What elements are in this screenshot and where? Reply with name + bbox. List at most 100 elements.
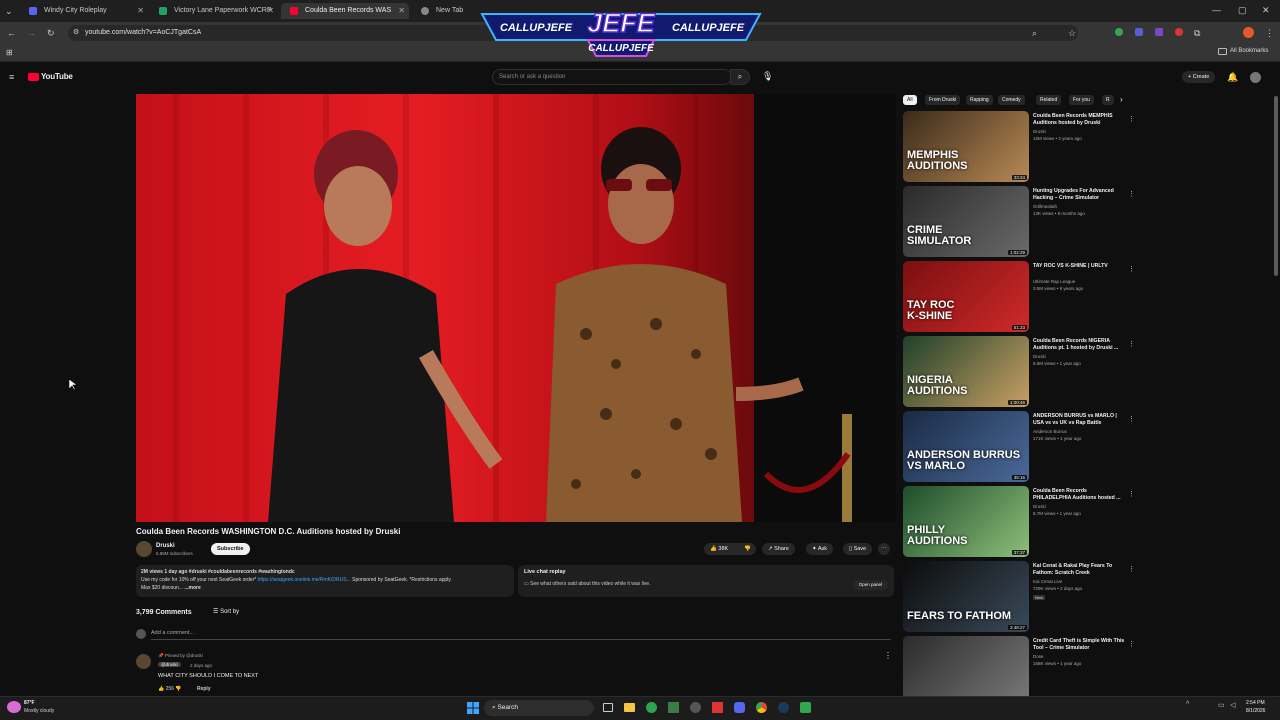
recommendation-thumbnail[interactable]: NIGERIA AUDITIONS 1:00:46 [903, 336, 1029, 407]
all-bookmarks-link[interactable]: All Bookmarks [1230, 48, 1268, 54]
recommendation-title[interactable]: Coulda Been Records NIGERIA Auditions pt… [1033, 338, 1125, 352]
recommendation-item[interactable]: NIGERIA AUDITIONS 1:00:46 Coulda Been Recor… [903, 336, 1273, 409]
recommendation-menu-icon[interactable]: ⋮ [1128, 340, 1135, 348]
hamburger-menu-icon[interactable]: ≡ [9, 71, 14, 83]
recommendation-thumbnail[interactable]: MEMPHIS AUDITIONS 33:34 [903, 111, 1029, 182]
recommendation-item[interactable]: PHILLY AUDITIONS 37:37 Coulda Been Records … [903, 486, 1273, 559]
youtube-logo-text[interactable]: YouTube [41, 72, 73, 81]
recommendation-channel[interactable]: Ultimate Rap League [1033, 279, 1075, 284]
recommendation-menu-icon[interactable]: ⋮ [1128, 190, 1135, 198]
close-icon[interactable]: ✕ [137, 3, 144, 19]
tab-victory-lane[interactable]: Victory Lane Paperwork WCRP ✕ [150, 3, 278, 19]
steam-icon[interactable] [778, 702, 789, 713]
chip-4[interactable]: Related [1036, 95, 1062, 105]
comment-dislike-icon[interactable]: 👎 [175, 686, 181, 692]
apps-grid-icon[interactable]: ⊞ [6, 47, 13, 59]
channel-avatar[interactable] [136, 541, 152, 557]
extension-icon[interactable] [1135, 28, 1143, 36]
comment-like-icon[interactable]: 👍 [158, 686, 164, 692]
extension-icon[interactable] [1115, 28, 1123, 36]
recommendation-title[interactable]: Hunting Upgrades For Advanced Hacking – … [1033, 188, 1125, 202]
recommendation-channel[interactable]: Druski [1033, 504, 1046, 509]
star-icon[interactable]: ☆ [1068, 27, 1076, 39]
chip-3[interactable]: Comedy [998, 95, 1025, 105]
recommendation-item[interactable]: MEMPHIS AUDITIONS 33:34 Coulda Been Records… [903, 111, 1273, 184]
chips-next-icon[interactable]: › [1120, 95, 1123, 104]
recommendation-channel[interactable]: Kai Cenat Live [1033, 579, 1062, 584]
extension-icon[interactable] [1155, 28, 1163, 36]
close-icon[interactable]: ✕ [398, 3, 405, 19]
recommendation-title[interactable]: Credit Card Theft is Simple With This To… [1033, 638, 1125, 652]
commenter-avatar[interactable] [136, 654, 151, 669]
tab-new-tab[interactable]: New Tab [412, 3, 472, 19]
network-icon[interactable]: ▭ [1218, 701, 1225, 709]
clock-date[interactable]: 8/1/2026 [1246, 708, 1265, 714]
menu-kebab-icon[interactable]: ⋮ [1265, 27, 1274, 39]
app-icon[interactable] [690, 702, 701, 713]
recommendation-channel[interactable]: Anderson Burrus [1033, 429, 1067, 434]
recommendation-menu-icon[interactable]: ⋮ [1128, 640, 1135, 648]
recommendation-item[interactable]: TAY ROC K-SHINE 51:33 TAY ROC VS K-SHINE | … [903, 261, 1273, 334]
like-count[interactable]: 38K [718, 546, 728, 552]
description-box[interactable]: 2M views 1 day ago #druski #couldabeenre… [136, 565, 514, 597]
weather-desc[interactable]: Mostly cloudy [24, 708, 54, 714]
recommendation-item[interactable]: CRIME SIMULATOR 1:02:29 Hunting Upgrades Fo… [903, 186, 1273, 259]
share-button[interactable]: ↗ Share [762, 543, 795, 555]
create-button[interactable]: + Create [1182, 71, 1216, 83]
forward-icon[interactable]: → [27, 27, 36, 39]
channel-name[interactable]: Druski [156, 543, 175, 549]
youtube-logo-icon[interactable] [28, 73, 39, 81]
clock-time[interactable]: 2:54 PM [1246, 700, 1265, 706]
recommendation-channel[interactable]: Druski [1033, 129, 1046, 134]
minimize-icon[interactable]: — [1212, 4, 1221, 16]
site-info-icon[interactable]: ⚙ [73, 27, 79, 39]
video-player[interactable] [136, 94, 896, 522]
search-input[interactable]: Search or ask a question [492, 69, 732, 85]
subscribe-button[interactable]: Subscribe [211, 543, 250, 555]
page-scrollbar[interactable] [1274, 96, 1278, 276]
file-explorer-icon[interactable] [624, 703, 635, 712]
reply-button[interactable]: Reply [197, 686, 211, 692]
recommendation-menu-icon[interactable]: ⋮ [1128, 265, 1135, 273]
search-button[interactable]: ⌕ [730, 69, 750, 85]
recommendation-thumbnail[interactable]: FEARS TO FATHOM 3:48:27 [903, 561, 1029, 632]
tray-chevron-icon[interactable]: ^ [1186, 701, 1189, 708]
recommendation-channel[interactable]: Grillmeaitah [1033, 204, 1057, 209]
extension-icon[interactable] [1175, 28, 1183, 36]
chip-6[interactable]: R [1102, 95, 1114, 105]
close-icon[interactable]: ✕ [267, 3, 274, 19]
extensions-puzzle-icon[interactable]: ⧉ [1194, 27, 1200, 39]
microphone-icon[interactable]: 🎙 [762, 71, 773, 82]
recommendation-title[interactable]: ANDERSON BURRUS vs MARLO | USA vs vs UK … [1033, 413, 1125, 427]
app-icon[interactable] [800, 702, 811, 713]
taskbar-search-box[interactable]: ⌕ Search [484, 700, 594, 716]
back-icon[interactable]: ← [7, 27, 16, 39]
recommendation-title[interactable]: Coulda Been Records PHILADELPHIA Auditio… [1033, 488, 1125, 502]
xbox-icon[interactable] [646, 702, 657, 713]
chrome-icon[interactable] [756, 702, 767, 713]
open-panel-button[interactable]: Open panel [852, 580, 888, 590]
tab-windy-city[interactable]: Windy City Roleplay ✕ [20, 3, 148, 19]
like-icon[interactable]: 👍 [710, 546, 717, 552]
recommendation-title[interactable]: Coulda Been Records MEMPHIS Auditions ho… [1033, 113, 1125, 127]
tab-youtube[interactable]: Coulda Been Records WAS ✕ [281, 3, 409, 19]
more-actions-button[interactable]: ⋯ [878, 543, 890, 555]
recommendation-thumbnail[interactable]: ANDERSON BURRUS VS MARLO 35:16 [903, 411, 1029, 482]
recommendation-thumbnail[interactable]: CRIME SIMULATOR 1:02:29 [903, 186, 1029, 257]
chip-2[interactable]: Rapping [966, 95, 993, 105]
comment-author[interactable]: @druski [158, 662, 181, 667]
recommendation-item[interactable]: FEARS TO FATHOM 3:48:27 Kai Cenat & Rakai … [903, 561, 1273, 634]
recommendation-item[interactable]: ANDERSON BURRUS VS MARLO 35:16 ANDERSON BUR… [903, 411, 1273, 484]
chip-1[interactable]: From Druski [925, 95, 961, 105]
show-more-link[interactable]: ...more [184, 585, 200, 591]
weather-temp[interactable]: 87°F [24, 700, 35, 706]
save-button[interactable]: ▯ Save [843, 543, 873, 555]
maximize-icon[interactable]: ▢ [1238, 4, 1247, 16]
recommendation-title[interactable]: Kai Cenat & Rakai Play Fears To Fathom: … [1033, 563, 1125, 577]
chip-5[interactable]: For you [1069, 95, 1094, 105]
recommendation-thumbnail[interactable]: PHILLY AUDITIONS 37:37 [903, 486, 1029, 557]
app-icon[interactable] [668, 702, 679, 713]
account-avatar[interactable] [1250, 72, 1261, 83]
recommendation-channel[interactable]: Dose [1033, 654, 1044, 659]
recommendation-channel[interactable]: Druski [1033, 354, 1046, 359]
